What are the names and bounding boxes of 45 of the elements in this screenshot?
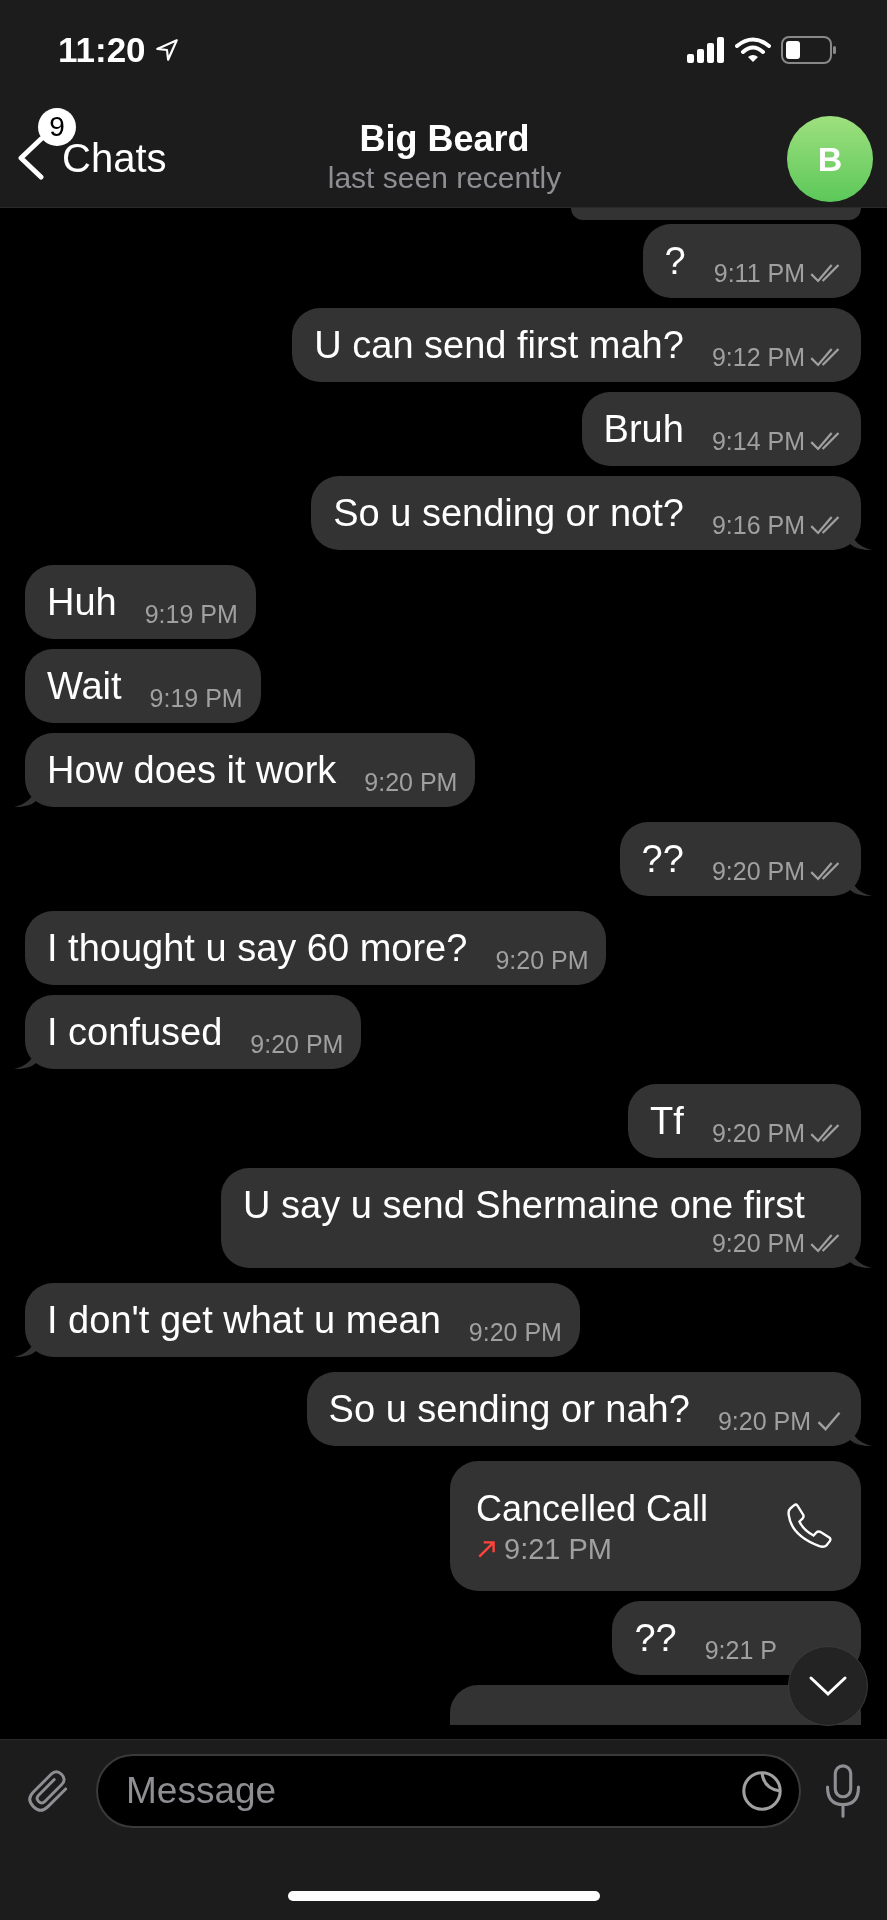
message-text: So u sending or nah? (328, 1387, 690, 1432)
battery-icon (781, 36, 837, 64)
microphone-icon[interactable] (823, 1762, 863, 1820)
chat-title: Big Beard (359, 118, 530, 160)
message-time: 9:20 PM (364, 767, 458, 797)
chevron-down-icon (808, 1674, 848, 1698)
message-time: 9:16 PM (711, 510, 805, 540)
message-time: 9:19 PM (144, 599, 238, 629)
message-time: 9:20 PM (711, 1118, 805, 1148)
call-time: 9:21 PM (504, 1532, 612, 1566)
message-time: 9:20 PM (468, 1317, 562, 1347)
message-time: 9:14 PM (711, 426, 805, 456)
message-time: 9:20 PM (711, 856, 805, 886)
message-text: ?? (641, 837, 684, 882)
message-time: 9:20 PM (717, 1406, 811, 1436)
message-time: 9:20 PM (711, 1228, 805, 1258)
message-text: ?? (634, 1616, 677, 1661)
message-time: 9:20 PM (250, 1029, 344, 1059)
message-input[interactable]: Message (96, 1754, 801, 1828)
message-text: I thought u say 60 more? (47, 926, 468, 971)
message-text: Huh (47, 580, 117, 625)
message-text: U say u send Shermaine one first (243, 1183, 805, 1228)
outgoing-arrow-icon (476, 1538, 498, 1560)
message-text: ? (664, 239, 686, 284)
message-time: 9:19 PM (149, 683, 243, 713)
message-text: How does it work (47, 748, 337, 793)
message-text: I confused (47, 1010, 223, 1055)
message-time: 9:20 PM (495, 945, 589, 975)
status-time: 11:20 (58, 30, 146, 70)
back-chevron-icon (16, 136, 46, 180)
message-text: Wait (47, 664, 122, 709)
message-text: Tf (650, 1099, 684, 1144)
message-text: U can send first mah? (314, 323, 684, 368)
location-arrow-icon (153, 37, 180, 63)
message-text: So u sending or not? (333, 491, 684, 536)
message-text: I don't get what u mean (47, 1298, 441, 1343)
message-time: 9:12 PM (711, 342, 805, 372)
wifi-icon (735, 37, 771, 63)
message-time: 9:11 PM (713, 258, 805, 288)
signal-icon (687, 37, 725, 63)
message-time: 9:21 P (704, 1635, 777, 1665)
sticker-icon[interactable] (739, 1768, 785, 1814)
call-title: Cancelled Call (476, 1486, 709, 1531)
message-text: Bruh (603, 407, 684, 452)
last-seen-status: last seen recently (327, 160, 562, 196)
